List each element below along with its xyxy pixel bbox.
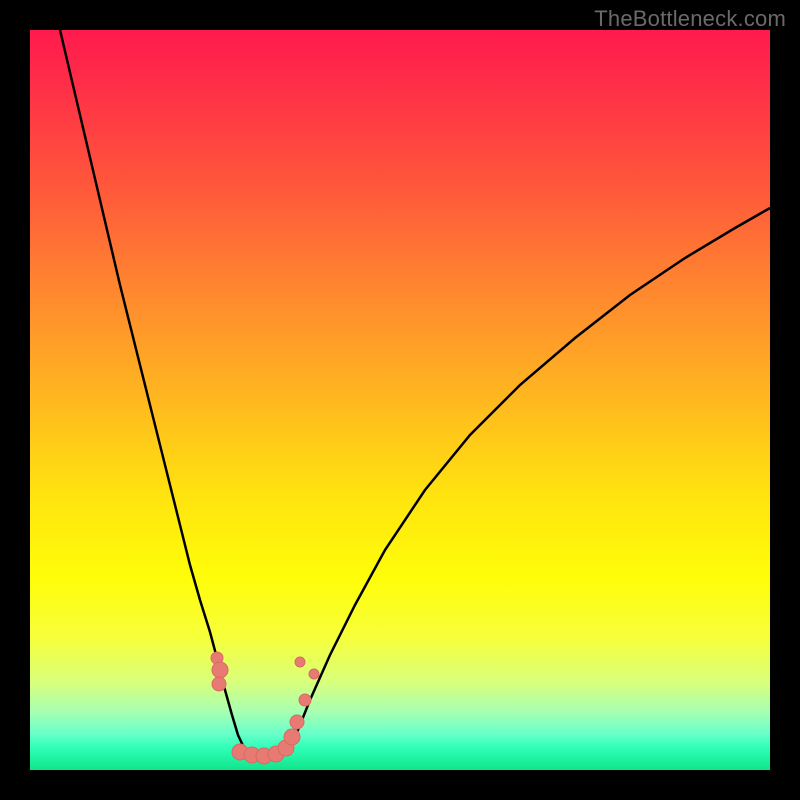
data-marker (295, 657, 305, 667)
data-marker (299, 694, 311, 706)
data-marker (309, 669, 319, 679)
data-marker (290, 715, 304, 729)
data-marker (284, 729, 300, 745)
plot-area (30, 30, 770, 770)
data-marker (212, 677, 226, 691)
watermark-text: TheBottleneck.com (594, 6, 786, 32)
chart-frame: TheBottleneck.com (0, 0, 800, 800)
curve-right-branch (288, 208, 770, 750)
data-marker (212, 662, 228, 678)
data-markers (211, 652, 319, 764)
curve-left-branch (60, 30, 245, 750)
bottleneck-curve (30, 30, 770, 770)
